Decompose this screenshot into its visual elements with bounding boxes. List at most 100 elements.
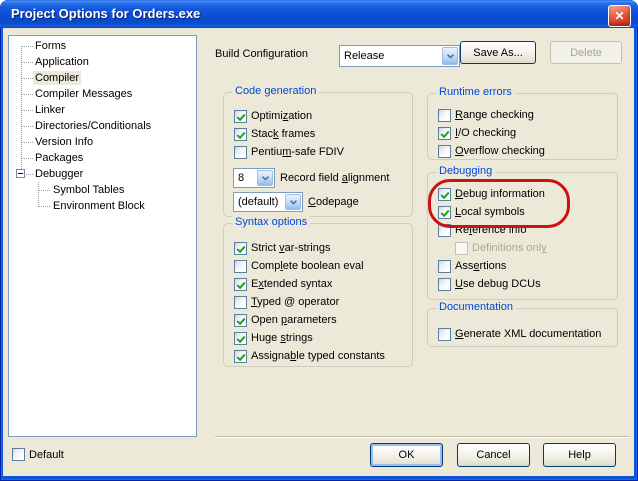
checkbox-label: Local symbols <box>455 206 525 218</box>
checkbox-label: Assignable typed constants <box>251 350 385 362</box>
checkbox-overflow-checking[interactable] <box>438 145 451 158</box>
checkbox-label: I/O checking <box>455 127 516 139</box>
record-field-alignment-label: Record field alignment <box>280 172 389 184</box>
checkbox-label: Pentium-safe FDIV <box>251 146 344 158</box>
cancel-button[interactable]: Cancel <box>457 443 530 467</box>
sidebar-item-compiler-messages[interactable]: Compiler Messages <box>9 86 196 102</box>
tree-items: FormsApplication Compiler Compiler Message… <box>9 38 196 214</box>
checkbox-definitions-only <box>455 242 468 255</box>
sidebar-item-compiler[interactable]: Compiler <box>9 70 196 86</box>
tree-item-label: Symbol Tables <box>51 183 126 197</box>
sidebar-item-version-info[interactable]: Version Info <box>9 134 196 150</box>
checkbox-pentium-safe-fdiv[interactable] <box>234 146 247 159</box>
checkbox-label: Debug information <box>455 188 545 200</box>
sidebar-item-symbol-tables[interactable]: Symbol Tables <box>9 182 196 198</box>
checkbox-row: Assignable typed constants <box>224 347 412 365</box>
tree-item-label: Compiler Messages <box>33 87 134 101</box>
checkbox-row: Optimization <box>224 107 412 125</box>
checkbox-row: Open parameters <box>224 311 412 329</box>
options-tree: FormsApplication Compiler Compiler Message… <box>8 35 197 437</box>
group-title: Runtime errors <box>436 86 515 98</box>
checkbox-debug-information[interactable] <box>438 188 451 201</box>
checkbox-row: Typed @ operator <box>224 293 412 311</box>
checkbox-row: Pentium-safe FDIV <box>224 143 412 161</box>
tree-item-label: Directories/Conditionals <box>33 119 153 133</box>
tree-item-label: Environment Block <box>51 199 147 213</box>
checkbox-row: Definitions only <box>428 239 617 257</box>
checkbox-assignable-typed-constants[interactable] <box>234 350 247 363</box>
delete-button: Delete <box>550 41 622 64</box>
checkbox-row: Use debug DCUs <box>428 275 617 293</box>
checkbox-label: Typed @ operator <box>251 296 339 308</box>
checkbox-range-checking[interactable] <box>438 109 451 122</box>
checkbox-label: Overflow checking <box>455 145 545 157</box>
sidebar-item-linker[interactable]: Linker <box>9 102 196 118</box>
checkbox-label: Extended syntax <box>251 278 332 290</box>
tree-item-label: Version Info <box>33 135 95 149</box>
checkbox-strict-var-strings[interactable] <box>234 242 247 255</box>
checkbox-row: Overflow checking <box>428 142 617 160</box>
sidebar-item-debugger[interactable]: Debugger <box>9 166 196 182</box>
checkbox-label: Range checking <box>455 109 534 121</box>
checkbox-complete-boolean-eval[interactable] <box>234 260 247 273</box>
tree-item-label: Compiler <box>33 71 81 85</box>
checkbox-row: Huge strings <box>224 329 412 347</box>
checkbox-stack-frames[interactable] <box>234 128 247 141</box>
checkbox-row: Reference info <box>428 221 617 239</box>
tree-item-label: Application <box>33 55 91 69</box>
checkbox-label: Stack frames <box>251 128 315 140</box>
sidebar-item-application[interactable]: Application <box>9 54 196 70</box>
chevron-down-icon[interactable] <box>285 194 301 210</box>
sidebar-item-directories-conditionals[interactable]: Directories/Conditionals <box>9 118 196 134</box>
checkbox-reference-info[interactable] <box>438 224 451 237</box>
build-configuration-value: Release <box>344 50 384 62</box>
checkbox-optimization[interactable] <box>234 110 247 123</box>
build-configuration-label: Build Configuration <box>215 48 308 60</box>
checkbox-row: Complete boolean eval <box>224 257 412 275</box>
group-title: Code generation <box>232 85 319 97</box>
group-title: Syntax options <box>232 216 310 228</box>
default-checkbox[interactable] <box>12 448 25 461</box>
build-configuration-select[interactable]: Release <box>339 45 460 67</box>
codepage-select[interactable]: (default) <box>233 192 303 212</box>
checkbox-label: Optimization <box>251 110 312 122</box>
checkbox-assertions[interactable] <box>438 260 451 273</box>
default-label: Default <box>29 449 64 461</box>
group-code-generation: Code generation OptimizationStack frames… <box>223 92 413 217</box>
group-runtime-errors: Runtime errors Range checkingI/O checkin… <box>427 93 618 160</box>
tree-collapse-icon[interactable] <box>16 169 25 178</box>
checkbox-row: Local symbols <box>428 203 617 221</box>
sidebar-item-packages[interactable]: Packages <box>9 150 196 166</box>
checkbox-row: Generate XML documentation <box>428 325 617 343</box>
checkbox-huge-strings[interactable] <box>234 332 247 345</box>
sidebar-item-environment-block[interactable]: Environment Block <box>9 198 196 214</box>
checkbox-row: I/O checking <box>428 124 617 142</box>
sidebar-item-forms[interactable]: Forms <box>9 38 196 54</box>
tree-item-label: Debugger <box>33 167 85 181</box>
group-documentation: Documentation Generate XML documentation <box>427 308 618 347</box>
chevron-down-icon[interactable] <box>257 170 273 186</box>
checkbox-typed-operator[interactable] <box>234 296 247 309</box>
checkbox-extended-syntax[interactable] <box>234 278 247 291</box>
title-bar[interactable]: Project Options for Orders.exe ✕ <box>0 0 638 28</box>
checkbox-generate-xml-documentation[interactable] <box>438 328 451 341</box>
checkbox-open-parameters[interactable] <box>234 314 247 327</box>
checkbox-use-debug-dcus[interactable] <box>438 278 451 291</box>
checkbox-label: Generate XML documentation <box>455 328 601 340</box>
checkbox-label: Use debug DCUs <box>455 278 541 290</box>
dialog-body: FormsApplication Compiler Compiler Message… <box>3 28 634 476</box>
checkbox-i-o-checking[interactable] <box>438 127 451 140</box>
checkbox-row: Range checking <box>428 106 617 124</box>
ok-button[interactable]: OK <box>370 443 443 467</box>
checkbox-label: Assertions <box>455 260 506 272</box>
save-as-button[interactable]: Save As... <box>460 41 536 64</box>
checkbox-local-symbols[interactable] <box>438 206 451 219</box>
close-button[interactable]: ✕ <box>608 5 631 27</box>
help-button[interactable]: Help <box>543 443 616 467</box>
chevron-down-icon[interactable] <box>442 47 458 65</box>
checkbox-label: Huge strings <box>251 332 313 344</box>
record-field-alignment-select[interactable]: 8 <box>233 168 275 188</box>
group-debugging: Debugging Debug informationLocal symbols… <box>427 172 618 300</box>
group-title: Documentation <box>436 301 516 313</box>
checkbox-row: Strict var-strings <box>224 239 412 257</box>
